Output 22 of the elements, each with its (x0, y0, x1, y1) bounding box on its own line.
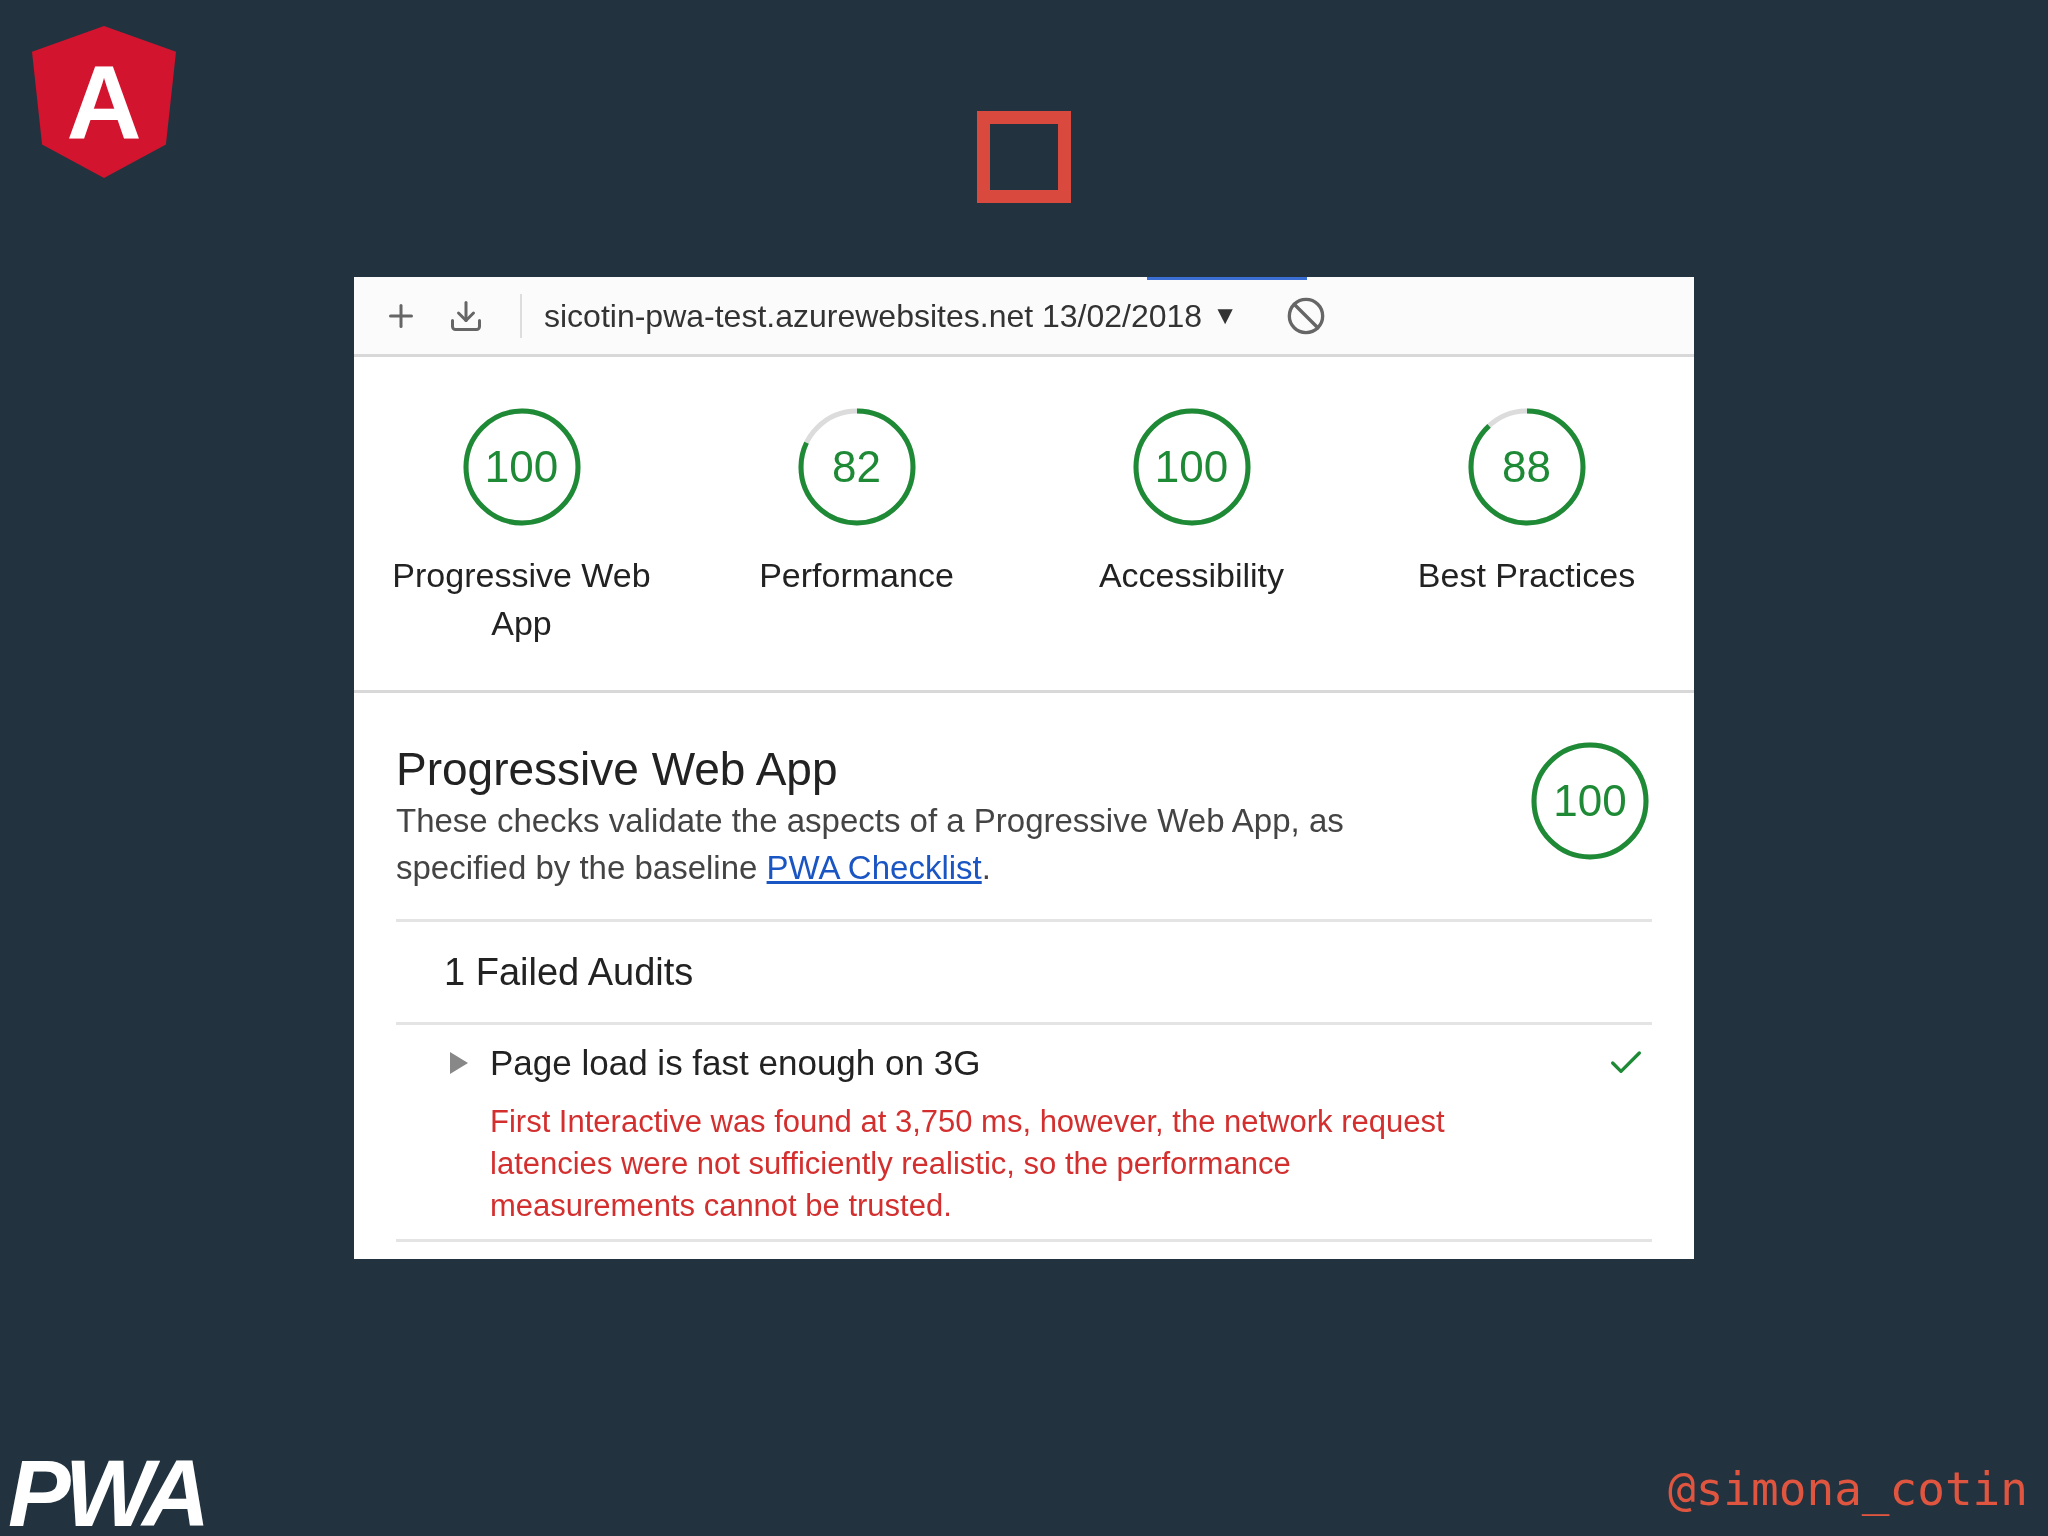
score-value: 100 (484, 445, 559, 489)
category-label: Performance (758, 555, 955, 596)
category-label: Progressive Web App (391, 555, 652, 644)
failed-audits-heading: 1 Failed Audits (443, 949, 695, 995)
angular-logo: A (32, 26, 176, 178)
checklist-link[interactable]: PWA Checklist (766, 849, 982, 886)
clear-icon[interactable] (1285, 295, 1326, 336)
author-handle: @simona_cotin (1667, 1461, 2028, 1518)
audit-title[interactable]: Page load is fast enough on 3G (490, 1036, 981, 1090)
score-value: 100 (1154, 445, 1229, 489)
category-label: Best Practices (1416, 555, 1637, 596)
report-selector[interactable]: sicotin-pwa-test.azurewebsites.net 13/02/2018 ▼ (544, 291, 1238, 340)
pwa-logo: PWA (8, 1452, 205, 1536)
section-description: These checks validate the aspects of a Progressive Web App, as specified by the baseline PWA Checklist. (396, 801, 1345, 888)
score-value: 88 (1502, 445, 1551, 489)
square-outline-icon (977, 111, 1071, 203)
section-title: Progressive Web App (396, 742, 839, 797)
expand-triangle-icon[interactable] (450, 1052, 468, 1074)
audit-details: First Interactive was found at 3,750 ms, however, the network request latencies were not sufficiently realistic, so the performance measurements cannot be trusted. (490, 1103, 1446, 1225)
category-label: Accessibility (1097, 555, 1286, 596)
score-value: 100 (1553, 779, 1627, 823)
score-value: 82 (832, 445, 881, 489)
